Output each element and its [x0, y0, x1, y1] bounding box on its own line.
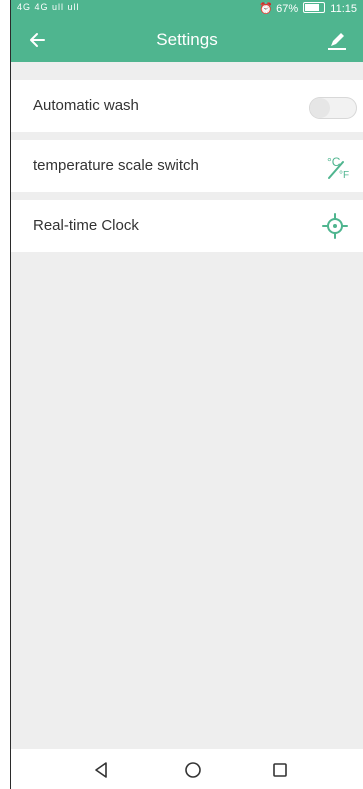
temperature-scale-switch-label: temperature scale switch	[33, 157, 199, 174]
settings-row-real-time-clock: Real-time Clock	[11, 200, 363, 252]
edit-icon	[328, 33, 346, 50]
bottom-navigation	[11, 749, 363, 789]
phone-screen: 4G 4G ull ull ⏰ 67% 11:15 Settings Autom…	[11, 0, 363, 789]
temperature-scale-icon: °C °F	[327, 155, 349, 181]
header: 4G 4G ull ull ⏰ 67% 11:15 Settings	[11, 0, 363, 62]
settings-row-temperature-scale-switch: temperature scale switch °C °F	[11, 140, 363, 192]
left-margin	[0, 0, 10, 789]
automatic-wash-label: Automatic wash	[33, 97, 139, 114]
nav-back-button[interactable]	[90, 759, 112, 781]
circle-home-icon	[185, 762, 201, 778]
unit-bottom: °F	[339, 170, 349, 181]
triangle-back-icon	[95, 762, 107, 778]
toggle-knob	[310, 98, 330, 118]
real-time-clock-label: Real-time Clock	[33, 217, 139, 234]
crosshair-icon	[322, 213, 348, 239]
settings-row-automatic-wash: Automatic wash	[11, 80, 363, 132]
settings-list: Automatic wash temperature scale switch …	[11, 80, 363, 260]
real-time-clock-button[interactable]	[317, 210, 353, 242]
battery-icon	[303, 2, 326, 13]
temperature-scale-button[interactable]: °C °F	[317, 150, 353, 182]
page-title: Settings	[156, 30, 218, 49]
time: 11:15	[330, 3, 357, 15]
alarm-icon: ⏰	[259, 3, 274, 15]
automatic-wash-toggle[interactable]	[309, 97, 357, 119]
edit-button[interactable]	[325, 28, 349, 52]
status-bar: 4G 4G ull ull ⏰ 67% 11:15	[11, 0, 363, 18]
square-recent-icon	[273, 763, 287, 777]
battery-percent: 67%	[276, 3, 299, 15]
status-signal-text: 4G 4G ull ull	[17, 2, 80, 12]
nav-home-button[interactable]	[182, 759, 204, 781]
nav-recent-button[interactable]	[269, 759, 291, 781]
app-bar: Settings	[11, 18, 363, 62]
status-right: ⏰ 67% 11:15	[259, 2, 357, 15]
